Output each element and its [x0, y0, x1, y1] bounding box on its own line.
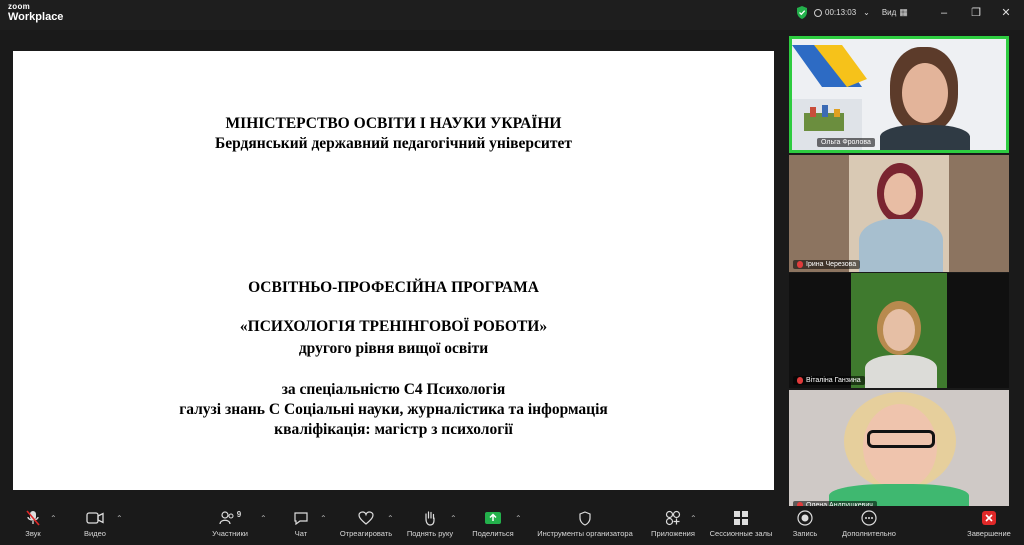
meeting-timer[interactable]: 00:13:03 ⌄ — [814, 8, 870, 17]
slide-line-4: «ПСИХОЛОГІЯ ТРЕНІНГОВОЇ РОБОТИ» — [239, 318, 548, 335]
participant-name: Віталіна Ганзина — [793, 376, 865, 385]
shared-slide: МІНІСТЕРСТВО ОСВІТИ І НАУКИ УКРАЇНИ Берд… — [13, 51, 774, 490]
end-call-icon — [982, 511, 996, 525]
encryption-shield-icon[interactable] — [796, 6, 808, 19]
raise-hand-options-caret[interactable]: ⌃ — [450, 514, 457, 523]
chat-bubble-icon — [294, 512, 308, 525]
participant-body — [865, 355, 937, 388]
record-label: Запись — [792, 529, 818, 538]
raise-hand-icon — [425, 511, 435, 526]
participant-name: Ірина Черезова — [793, 260, 861, 269]
apps-options-caret[interactable]: ⌃ — [690, 514, 697, 523]
chat-label: Чат — [294, 529, 308, 538]
participant-tile-2[interactable]: Ірина Черезова — [789, 155, 1009, 272]
participants-count: 9 — [236, 509, 242, 519]
title-bar: zoom Workplace 00:13:03 ⌄ Вид ▦ – ❐ ✕ — [0, 0, 1024, 30]
video-button[interactable]: Видео — [80, 510, 110, 538]
share-screen-button[interactable]: Поделиться — [468, 510, 518, 538]
end-meeting-button[interactable]: Завершение — [962, 510, 1016, 538]
breakout-rooms-icon — [734, 511, 748, 525]
participants-button[interactable]: 9 Участники — [205, 509, 255, 539]
share-label: Поделиться — [472, 529, 514, 538]
more-button[interactable]: Дополнительно — [838, 510, 900, 538]
chat-options-caret[interactable]: ⌃ — [320, 514, 327, 523]
restore-icon[interactable]: ❐ — [970, 7, 982, 19]
slide-line-5: другого рівня вищої освіти — [298, 340, 489, 357]
video-label: Видео — [84, 529, 106, 538]
record-button[interactable]: Запись — [788, 510, 822, 538]
participants-label: Участники — [212, 529, 248, 538]
university-logo-icon — [792, 45, 867, 150]
end-meeting-label: Завершение — [967, 529, 1011, 538]
shield-icon — [579, 510, 591, 526]
brand-large: Workplace — [8, 11, 64, 23]
muted-mic-icon — [797, 377, 803, 384]
apps-icon — [665, 510, 681, 526]
share-options-caret[interactable]: ⌃ — [515, 514, 522, 523]
host-tools-button[interactable]: Инструменты организатора — [532, 510, 638, 538]
chevron-down-icon: ⌄ — [863, 8, 870, 17]
slide-line-7: галузі знань С Соціальні науки, журналіс… — [179, 401, 608, 418]
participant-face — [884, 173, 916, 215]
slide-line-2: Бердянський державний педагогічний уніве… — [215, 135, 572, 152]
participants-icon — [219, 511, 234, 525]
chat-button[interactable]: Чат — [287, 510, 315, 538]
share-screen-icon — [485, 512, 501, 524]
minimize-icon[interactable]: – — [938, 7, 950, 19]
apps-label: Приложения — [651, 529, 695, 538]
microphone-muted-icon — [26, 510, 40, 526]
reactions-options-caret[interactable]: ⌃ — [387, 514, 394, 523]
view-button[interactable]: Вид ▦ — [882, 7, 908, 18]
audio-options-caret[interactable]: ⌃ — [50, 514, 57, 523]
shared-screen-area: МІНІСТЕРСТВО ОСВІТИ І НАУКИ УКРАЇНИ Берд… — [0, 30, 785, 506]
slide-line-6: за спеціальністю С4 Психологія — [281, 381, 506, 398]
glasses-icon — [867, 430, 935, 448]
slide-line-1: МІНІСТЕРСТВО ОСВІТИ І НАУКИ УКРАЇНИ — [225, 115, 562, 132]
participant-body — [880, 125, 970, 150]
close-icon[interactable]: ✕ — [1000, 7, 1012, 19]
participant-tile-4[interactable]: Олена Андрушкевич — [789, 390, 1009, 513]
slide-line-8: кваліфікація: магістр з психології — [274, 421, 513, 438]
breakout-rooms-button[interactable]: Сессионные залы — [706, 510, 776, 538]
participant-face — [902, 63, 948, 123]
host-tools-label: Инструменты организатора — [537, 529, 633, 538]
meeting-toolbar: Звук ⌃ Видео ⌃ 9 Участники ⌃ Чат ⌃ Отреа… — [0, 506, 1024, 545]
app-logo: zoom Workplace — [8, 3, 63, 23]
reactions-label: Отреагировать — [339, 529, 393, 538]
video-options-caret[interactable]: ⌃ — [116, 514, 123, 523]
timer-text: 00:13:03 — [825, 8, 857, 17]
participants-options-caret[interactable]: ⌃ — [260, 514, 267, 523]
audio-button[interactable]: Звук — [18, 510, 48, 538]
muted-mic-icon — [797, 261, 803, 268]
grid-icon: ▦ — [899, 7, 908, 17]
more-icon — [861, 510, 877, 526]
brand-small: zoom — [8, 2, 31, 11]
breakout-rooms-label: Сессионные залы — [709, 529, 773, 538]
participant-tile-1[interactable]: Ольга Фролова — [789, 36, 1009, 153]
raise-hand-label: Поднять руку — [406, 529, 454, 538]
participant-tile-3[interactable]: Віталіна Ганзина — [789, 273, 1009, 388]
heart-icon — [358, 511, 374, 525]
view-label: Вид — [881, 8, 897, 17]
audio-label: Звук — [25, 529, 41, 538]
record-icon — [797, 510, 813, 526]
slide-line-3: ОСВІТНЬО-ПРОФЕСІЙНА ПРОГРАМА — [248, 279, 539, 296]
video-camera-icon — [86, 512, 104, 524]
participant-face — [883, 309, 915, 351]
more-label: Дополнительно — [842, 529, 896, 538]
participant-name: Ольга Фролова — [817, 138, 875, 147]
participant-body — [859, 219, 943, 272]
clock-icon — [814, 8, 822, 17]
